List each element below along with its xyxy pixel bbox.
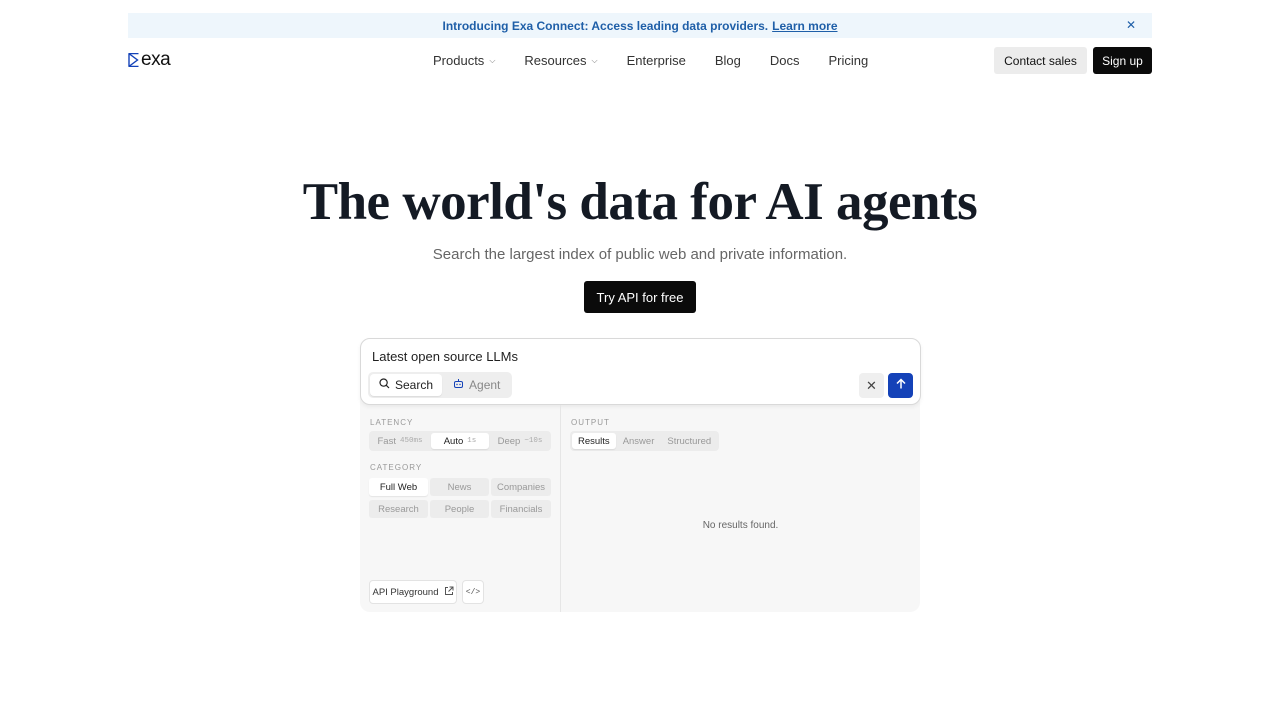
tab-label: Search (395, 378, 434, 392)
nav-menu: Products ⌵ Resources ⌵ Enterprise Blog D… (433, 47, 897, 74)
nav-item-label: Enterprise (626, 53, 686, 68)
search-box: Latest open source LLMs Search Agent ✕ (360, 338, 921, 405)
nav-item-pricing[interactable]: Pricing (829, 53, 869, 68)
category-option-financials[interactable]: Financials (491, 500, 551, 518)
tab-answer[interactable]: Answer (618, 433, 660, 449)
hero-title: The world's data for AI agents (302, 173, 978, 231)
category-label: CATEGORY (370, 463, 423, 472)
output-tabs: Results Answer Structured (570, 431, 720, 451)
column-divider (560, 405, 561, 612)
category-option-news[interactable]: News (430, 478, 489, 496)
latency-label: LATENCY (370, 418, 414, 427)
close-icon: ✕ (866, 377, 877, 393)
nav-item-label: Blog (714, 53, 741, 68)
output-label: OUTPUT (571, 418, 610, 427)
nav-item-enterprise[interactable]: Enterprise (627, 53, 686, 68)
category-selector: Full Web News Companies Research People … (369, 478, 551, 518)
latency-option-fast[interactable]: Fast 450ms (371, 433, 429, 449)
chevron-down-icon: ⌵ (591, 55, 598, 65)
arrow-up-icon (895, 377, 907, 395)
latency-selector: Fast 450ms Auto 1s Deep ~10s (369, 431, 551, 451)
banner-learn-more-link[interactable]: Learn more (772, 19, 837, 33)
category-option-people[interactable]: People (430, 500, 489, 518)
option-label: Deep (497, 435, 521, 447)
tab-results[interactable]: Results (572, 433, 616, 449)
tab-label: Agent (469, 378, 501, 392)
hero-subtitle: Search the largest index of public web a… (432, 246, 848, 263)
code-button[interactable]: </> (462, 580, 484, 604)
nav-item-label: Products (433, 53, 485, 68)
option-label: Fast (377, 435, 396, 447)
option-hint: 450ms (399, 437, 423, 445)
search-input[interactable]: Latest open source LLMs (372, 349, 518, 364)
sign-up-button[interactable]: Sign up (1093, 47, 1152, 74)
latency-option-auto[interactable]: Auto 1s (431, 433, 489, 449)
try-api-button[interactable]: Try API for free (584, 281, 696, 313)
tab-agent[interactable]: Agent (444, 374, 509, 396)
latency-option-deep[interactable]: Deep ~10s (491, 433, 549, 449)
category-option-full-web[interactable]: Full Web (369, 478, 428, 496)
clear-button[interactable]: ✕ (859, 373, 884, 398)
search-demo-panel: Latest open source LLMs Search Agent ✕ L… (360, 338, 921, 612)
nav-item-label: Docs (769, 53, 800, 68)
nav-item-docs[interactable]: Docs (770, 53, 800, 68)
tab-structured[interactable]: Structured (661, 433, 717, 449)
empty-results-text: No results found. (702, 520, 779, 531)
close-icon[interactable]: ✕ (1124, 18, 1138, 32)
announcement-banner: Introducing Exa Connect: Access leading … (128, 13, 1152, 38)
option-hint: ~10s (524, 437, 543, 445)
logo[interactable]: exa (128, 49, 171, 70)
nav-item-resources[interactable]: Resources ⌵ (524, 53, 597, 68)
nav-item-products[interactable]: Products ⌵ (433, 53, 495, 68)
mode-tabs: Search Agent (368, 372, 512, 398)
external-link-icon (444, 586, 454, 599)
nav-item-blog[interactable]: Blog (715, 53, 741, 68)
chevron-down-icon: ⌵ (489, 55, 496, 65)
option-label: Auto (443, 435, 464, 447)
top-nav: exa Products ⌵ Resources ⌵ Enterprise Bl… (128, 47, 1152, 74)
robot-icon (453, 378, 464, 392)
search-icon (379, 378, 390, 392)
option-hint: 1s (467, 437, 477, 445)
banner-message: Introducing Exa Connect: Access leading … (442, 18, 769, 33)
nav-item-label: Resources (524, 53, 587, 68)
submit-button[interactable] (888, 373, 913, 398)
contact-sales-button[interactable]: Contact sales (994, 47, 1087, 74)
tab-search[interactable]: Search (370, 374, 443, 396)
playground-label: API Playground (372, 586, 439, 598)
exa-logo-icon (128, 52, 139, 68)
nav-item-label: Pricing (828, 53, 869, 68)
logo-text: exa (141, 49, 171, 70)
api-playground-button[interactable]: API Playground (369, 580, 457, 604)
category-option-research[interactable]: Research (369, 500, 428, 518)
category-option-companies[interactable]: Companies (491, 478, 551, 496)
